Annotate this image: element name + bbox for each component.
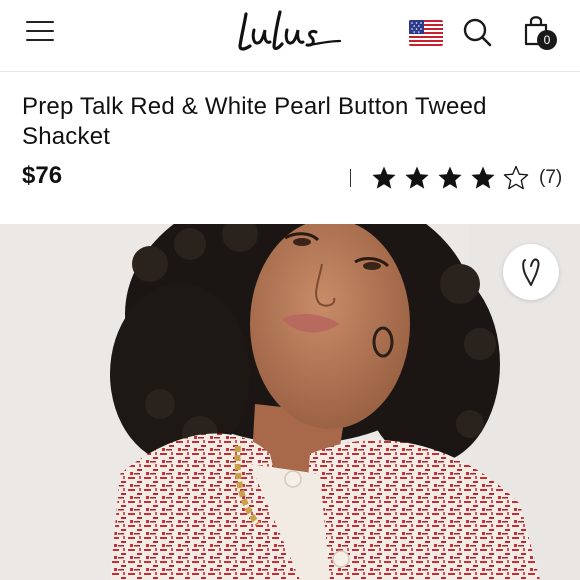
star-empty-icon [503, 165, 529, 190]
cart-count-badge[interactable]: 0 [537, 30, 557, 50]
search-icon[interactable] [461, 16, 493, 48]
product-rating[interactable]: (7) [350, 162, 562, 194]
star-filled-icon [405, 166, 429, 189]
hamburger-menu-icon[interactable] [26, 19, 56, 43]
us-flag-icon[interactable] [409, 20, 443, 46]
review-count[interactable]: (7) [539, 167, 562, 189]
product-title: Prep Talk Red & White Pearl Button Tweed… [22, 93, 487, 150]
star-filled-icon [372, 166, 396, 189]
site-header: 0 [0, 0, 580, 72]
product-image[interactable] [0, 224, 580, 580]
rating-divider [350, 169, 351, 187]
star-filled-icon [471, 166, 495, 189]
star-filled-icon [438, 166, 462, 189]
rating-stars [371, 165, 529, 191]
wishlist-button[interactable] [503, 244, 559, 300]
heart-icon [522, 258, 540, 286]
product-price: $76 [22, 162, 63, 189]
lulus-logo[interactable] [232, 6, 344, 56]
